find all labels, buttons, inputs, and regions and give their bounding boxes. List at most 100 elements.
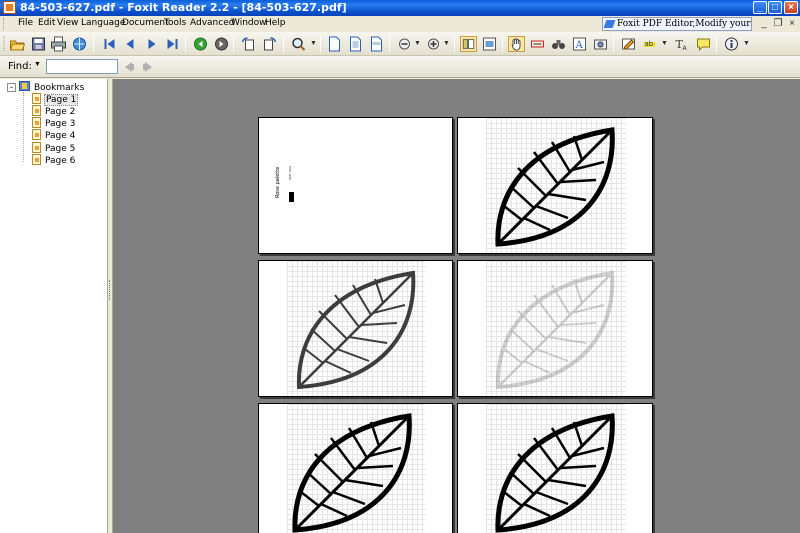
leaf-pattern	[296, 270, 416, 390]
save-disk-icon[interactable]	[30, 36, 47, 52]
next-page-icon[interactable]	[143, 36, 160, 52]
info-dropdown-arrow-icon[interactable]: ▼	[743, 40, 750, 47]
bookmark-page-6[interactable]: Page 6	[32, 154, 76, 166]
go-forward-icon[interactable]	[213, 36, 230, 52]
menu-file[interactable]: File	[18, 18, 33, 28]
find-input[interactable]	[46, 59, 118, 74]
bookmark-page-1[interactable]: Page 1	[32, 93, 79, 106]
find-previous-icon[interactable]	[122, 60, 136, 74]
info-icon[interactable]	[723, 36, 740, 52]
email-globe-icon[interactable]	[71, 36, 88, 52]
annotation-tool-icon[interactable]	[620, 36, 637, 52]
pdf-page-6[interactable]	[457, 403, 653, 533]
main-toolbar: ▼ ▼ ▼ A ab ▼ TA ▼	[0, 32, 800, 56]
menu-help[interactable]: Help	[265, 18, 286, 28]
menu-language[interactable]: Language	[81, 18, 125, 28]
last-page-icon[interactable]	[164, 36, 181, 52]
find-toolbar: Find: ▼	[0, 56, 800, 78]
pdf-page-5[interactable]	[258, 403, 453, 533]
toolbar-separator	[389, 36, 390, 52]
window-title: 84-503-627.pdf - Foxit Reader 2.2 - [84-…	[20, 1, 347, 14]
leaf-pattern	[495, 127, 615, 247]
menu-document[interactable]: Document	[122, 18, 169, 28]
svg-text:ab: ab	[645, 40, 654, 48]
maximize-button[interactable]: □	[768, 1, 782, 14]
menu-advanced[interactable]: Advanced	[190, 18, 234, 28]
splitter-grip[interactable]	[109, 280, 112, 300]
snapshot-camera-icon[interactable]	[592, 36, 609, 52]
doc-minimize-button[interactable]: _	[758, 18, 770, 30]
bookmark-page-icon	[32, 117, 41, 128]
pdf-page-1[interactable]: Rose palette DMC 3021	[258, 117, 453, 254]
select-text-icon[interactable]	[529, 36, 546, 52]
bookmarks-root[interactable]: Bookmarks	[19, 81, 85, 93]
bookmark-label: Page 4	[45, 131, 76, 141]
find-binoculars-icon[interactable]	[550, 36, 567, 52]
zoom-out-icon[interactable]	[396, 36, 413, 52]
actual-size-icon[interactable]	[326, 36, 343, 52]
previous-page-icon[interactable]	[122, 36, 139, 52]
menu-tools[interactable]: Tools	[164, 18, 186, 28]
bookmark-page-5[interactable]: Page 5	[32, 142, 76, 154]
document-view[interactable]: Rose palette DMC 3021	[113, 79, 800, 533]
menu-view[interactable]: View	[57, 18, 78, 28]
bookmark-page-icon	[32, 105, 41, 116]
leaf-pattern	[495, 413, 615, 533]
bookmark-page-4[interactable]: Page 4	[32, 129, 76, 141]
svg-text:A: A	[683, 45, 688, 52]
bookmark-page-icon	[32, 154, 41, 165]
toolbar-separator	[233, 36, 234, 52]
toolbar-separator	[185, 36, 186, 52]
highlight-tool-icon[interactable]: ab	[641, 36, 658, 52]
fit-width-icon[interactable]	[368, 36, 385, 52]
bookmark-page-icon	[32, 93, 41, 104]
print-icon[interactable]	[50, 36, 67, 52]
doc-restore-button[interactable]: ❐	[772, 18, 784, 30]
find-label: Find:	[8, 61, 32, 72]
rotate-left-icon[interactable]	[240, 36, 257, 52]
menu-window[interactable]: Window	[231, 18, 267, 28]
rotate-right-icon[interactable]	[261, 36, 278, 52]
bookmark-page-2[interactable]: Page 2	[32, 105, 76, 117]
note-comment-icon[interactable]	[695, 36, 712, 52]
title-bar[interactable]: 84-503-627.pdf - Foxit Reader 2.2 - [84-…	[0, 0, 800, 16]
continuous-view-icon[interactable]	[481, 36, 498, 52]
highlight-dropdown-arrow-icon[interactable]: ▼	[661, 40, 668, 47]
toolbar-separator	[502, 36, 503, 52]
zoom-in-icon[interactable]	[425, 36, 442, 52]
bookmark-label: Page 2	[45, 107, 76, 117]
pen-icon	[603, 20, 616, 28]
fit-page-icon[interactable]	[347, 36, 364, 52]
zoom-out-dropdown-arrow-icon[interactable]: ▼	[414, 40, 421, 47]
single-page-view-icon[interactable]	[460, 36, 477, 52]
find-options-dropdown-icon[interactable]: ▼	[34, 61, 41, 68]
text-viewer-icon[interactable]: A	[571, 36, 588, 52]
bookmarks-collapse-toggle[interactable]: -	[7, 83, 16, 92]
foxit-app-icon[interactable]	[3, 1, 16, 14]
promo-banner[interactable]: Foxit PDF Editor,Modify your PDF!	[602, 17, 752, 31]
zoom-dropdown-arrow-icon[interactable]: ▼	[310, 40, 317, 47]
minimize-button[interactable]: _	[753, 1, 767, 14]
pdf-page-2[interactable]	[457, 117, 653, 254]
go-back-icon[interactable]	[192, 36, 209, 52]
page1-title: Rose palette	[275, 166, 281, 198]
pdf-page-3[interactable]	[258, 260, 453, 397]
first-page-icon[interactable]	[101, 36, 118, 52]
page1-color-swatch	[289, 192, 294, 202]
close-button[interactable]: ×	[784, 1, 798, 14]
zoom-in-dropdown-arrow-icon[interactable]: ▼	[443, 40, 450, 47]
menu-edit[interactable]: Edit	[38, 18, 55, 28]
pdf-page-4[interactable]	[457, 260, 653, 397]
bookmark-label: Page 6	[45, 156, 76, 166]
toolbar-separator	[454, 36, 455, 52]
find-next-icon[interactable]	[141, 60, 155, 74]
bookmark-page-3[interactable]: Page 3	[32, 117, 76, 129]
hand-tool-icon[interactable]	[508, 36, 525, 52]
toolbar-separator	[93, 36, 94, 52]
doc-close-button[interactable]: ×	[786, 18, 798, 30]
svg-text:A: A	[575, 40, 584, 51]
toolbar-separator	[613, 36, 614, 52]
typewriter-icon[interactable]: TA	[673, 36, 690, 52]
open-folder-icon[interactable]	[9, 36, 26, 52]
zoom-icon[interactable]	[290, 36, 307, 52]
